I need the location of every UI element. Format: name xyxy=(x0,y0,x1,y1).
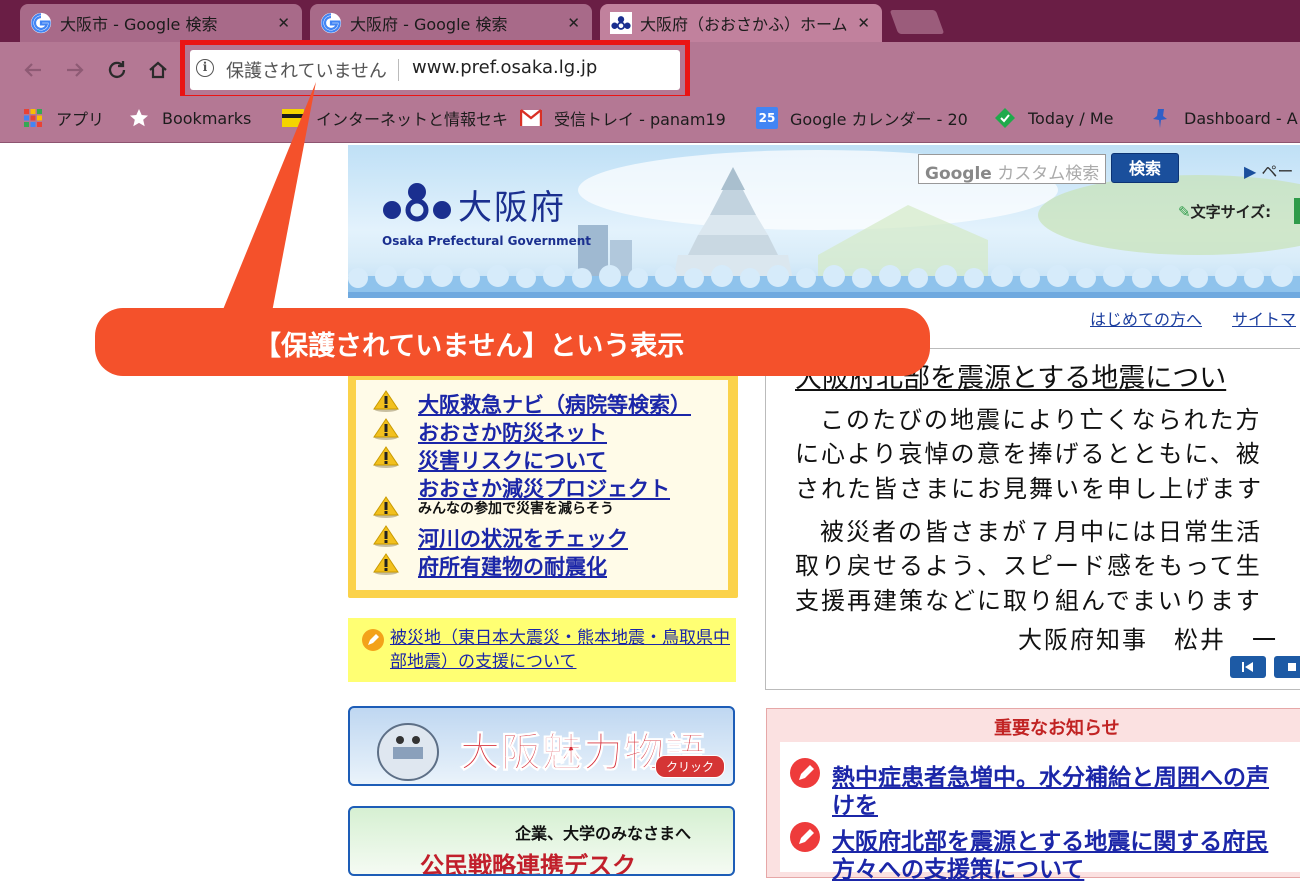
reload-button[interactable] xyxy=(102,55,132,85)
message-line: 取り戻せるよう、スピード感をもって生 xyxy=(795,552,1262,580)
tab-osaka-city-search[interactable]: 大阪市 - Google 検索 ✕ xyxy=(20,4,302,42)
cloud-border xyxy=(348,265,1300,292)
gmail-icon xyxy=(520,107,542,129)
tab-osaka-pref-home[interactable]: 大阪府（おおさかふ）ホーム ✕ xyxy=(600,4,882,42)
arrow-left-icon xyxy=(24,63,41,77)
message-line: 被災者の皆さまが７月中には日常生活 xyxy=(820,518,1262,546)
osaka-emergency-navi-link[interactable]: 大阪救急ナビ（病院等検索） xyxy=(418,389,691,419)
font-size-label: 文字サイズ: xyxy=(1190,203,1272,221)
slideshow-prev-button[interactable] xyxy=(1230,656,1266,678)
osaka-miryoku-banner[interactable]: 大阪魅力物語 クリック xyxy=(348,706,735,786)
font-size-button[interactable] xyxy=(1294,198,1300,224)
banner-click-button[interactable]: クリック xyxy=(654,755,725,778)
message-line: このたびの地震により亡くなられた方 xyxy=(820,406,1262,434)
bookmark-label: 受信トレイ - panam19 xyxy=(554,110,726,129)
banner2-title: 企業、大学のみなさまへ xyxy=(515,824,692,843)
google-icon xyxy=(30,12,52,34)
bookmark-label: インターネットと情報セキ xyxy=(316,110,509,129)
bookmark-dashboard[interactable]: Dashboard - A xyxy=(1150,106,1298,130)
earthquake-support-notice-link[interactable]: 大阪府北部を震源とする地震に関する府民 xyxy=(832,828,1268,856)
site-search-input[interactable]: Google カスタム検索 xyxy=(918,154,1106,184)
dashboard-pin-icon xyxy=(1150,107,1172,129)
slideshow-stop-button[interactable] xyxy=(1274,656,1300,678)
warning-icon xyxy=(373,496,399,518)
warning-icon xyxy=(373,525,399,547)
bookmark-label: Today / Me xyxy=(1028,108,1114,128)
seismic-reinforcement-link[interactable]: 府所有建物の耐震化 xyxy=(418,551,607,581)
banner2-subtitle: 公民戦略連携デスク xyxy=(420,852,636,876)
public-private-desk-banner[interactable]: 企業、大学のみなさまへ 公民戦略連携デスク xyxy=(348,806,735,876)
bookmark-label: アプリ xyxy=(56,110,105,129)
bookmark-today-me[interactable]: Today / Me xyxy=(994,106,1113,130)
alert-pencil-icon xyxy=(790,758,820,788)
disaster-risk-link[interactable]: 災害リスクについて xyxy=(418,445,606,475)
disaster-support-link[interactable]: 被災地（東日本大震災・熊本地震・鳥取県中部地震）の支援について xyxy=(390,626,730,674)
bookmark-label: Google カレンダー - 20 xyxy=(790,110,968,129)
skip-back-icon xyxy=(1242,662,1253,672)
close-icon[interactable]: ✕ xyxy=(567,14,580,32)
site-logo-text[interactable]: 大阪府 xyxy=(458,180,566,229)
reload-icon xyxy=(108,61,126,79)
heatstroke-notice-link-cont[interactable]: けを xyxy=(832,792,878,820)
tab-title: 大阪府 - Google 検索 xyxy=(350,15,508,34)
disaster-note: みんなの参加で災害を減らそう xyxy=(418,501,614,517)
close-icon[interactable]: ✕ xyxy=(277,14,290,32)
bookmark-google-calendar[interactable]: 25 Google カレンダー - 20 xyxy=(756,106,968,130)
back-button[interactable] xyxy=(18,55,48,85)
calendar-icon: 25 xyxy=(756,107,778,129)
warning-icon xyxy=(373,553,399,575)
bookmark-gmail[interactable]: 受信トレイ - panam19 xyxy=(520,106,726,130)
bookmark-bookmarks[interactable]: Bookmarks xyxy=(128,106,251,130)
message-line: された皆さまにお見舞いを申し上げます xyxy=(795,475,1263,503)
forward-button[interactable] xyxy=(60,55,90,85)
close-icon[interactable]: ✕ xyxy=(857,14,870,32)
page-link-label: ペー xyxy=(1261,162,1294,181)
osaka-logo-icon xyxy=(383,183,451,222)
today-me-icon xyxy=(994,107,1016,129)
font-size-control: ✎文字サイズ: xyxy=(1178,201,1271,222)
first-time-link[interactable]: はじめての方へ xyxy=(1090,306,1202,330)
river-status-link[interactable]: 河川の状況をチェック xyxy=(418,523,628,553)
important-notices-heading: 重要なお知らせ xyxy=(994,718,1120,739)
message-line: に心より哀悼の意を捧げるとともに、被 xyxy=(795,440,1262,468)
sitemap-link[interactable]: サイトマ xyxy=(1232,306,1296,330)
stop-icon xyxy=(1288,663,1296,671)
alert-pencil-icon xyxy=(790,822,820,852)
home-button[interactable] xyxy=(143,55,173,85)
governor-signature: 大阪府知事 松井 一 xyxy=(1018,626,1278,654)
tab-osaka-pref-search[interactable]: 大阪府 - Google 検索 ✕ xyxy=(310,4,592,42)
heatstroke-notice-link[interactable]: 熱中症患者急増中。水分補給と周囲への声 xyxy=(832,764,1269,792)
site-logo-subtitle: Osaka Prefectural Government xyxy=(382,234,592,248)
warning-icon xyxy=(373,446,399,468)
earthquake-support-notice-link-cont[interactable]: 方々への支援策について xyxy=(832,856,1084,884)
annotation-callout-text: 【保護されていません】という表示 xyxy=(254,331,685,362)
star-icon xyxy=(128,107,150,129)
google-icon xyxy=(320,12,342,34)
search-placeholder: カスタム検索 xyxy=(997,164,1100,184)
pencil-circle-icon xyxy=(362,629,384,651)
home-icon xyxy=(149,61,167,79)
warning-icon xyxy=(373,390,399,412)
new-tab-button[interactable] xyxy=(889,10,945,34)
bookmark-label: Bookmarks xyxy=(162,108,252,128)
bookmark-internet-watch[interactable]: インターネットと情報セキ xyxy=(282,106,508,130)
tab-title: 大阪府（おおさかふ）ホーム xyxy=(640,15,848,34)
internet-watch-icon xyxy=(282,107,304,129)
arrow-right-icon xyxy=(67,63,84,77)
site-search-button[interactable]: 検索 xyxy=(1111,153,1179,183)
google-search-brand: Google xyxy=(925,164,992,184)
play-icon: ▶ xyxy=(1244,162,1262,181)
mascot-illustration xyxy=(377,723,439,781)
highlight-box xyxy=(180,40,690,100)
bookmark-apps[interactable]: アプリ xyxy=(22,106,104,130)
bookmark-label: Dashboard - A xyxy=(1184,108,1298,128)
page-top-link[interactable]: ▶ ペー xyxy=(1244,158,1293,182)
osaka-bousai-net-link[interactable]: おおさか防災ネット xyxy=(418,417,607,447)
osaka-pref-icon xyxy=(610,12,632,34)
message-line: 支援再建策などに取り組んでまいります xyxy=(795,587,1262,615)
tab-title: 大阪市 - Google 検索 xyxy=(60,15,218,34)
apps-grid-icon xyxy=(22,107,44,129)
pencil-icon: ✎ xyxy=(1178,203,1191,221)
warning-icon xyxy=(373,418,399,440)
